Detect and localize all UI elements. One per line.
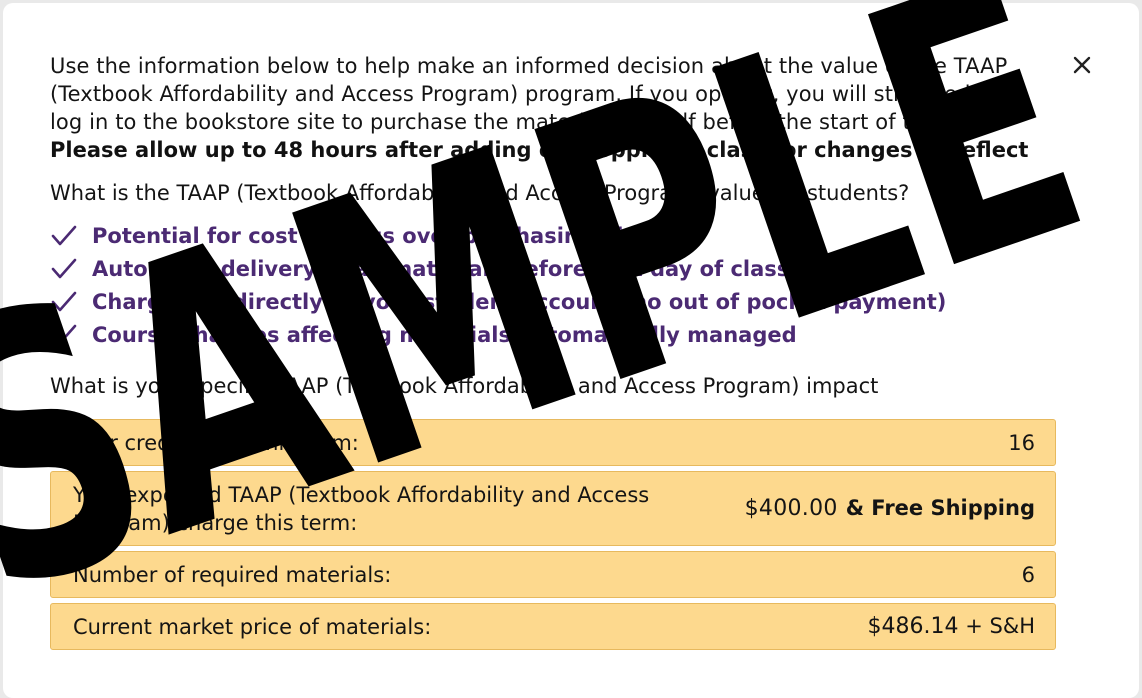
intro-line-2: (Textbook Affordability and Access Progr… (50, 82, 999, 106)
checkmark-icon (51, 291, 77, 311)
credit-hours-label: Your credit hours this term: (73, 430, 359, 455)
benefit-item: Automatic delivery of all materials befo… (50, 252, 1060, 285)
change-notice: Please allow up to 48 hours after adding… (50, 138, 1029, 162)
benefit-item: Potential for cost savings over purchasi… (50, 219, 1060, 252)
market-price-row: Current market price of materials: $486.… (50, 603, 1056, 650)
benefit-label: Potential for cost savings over purchasi… (92, 223, 692, 248)
impact-table: Your credit hours this term: 16 Your exp… (50, 419, 1060, 650)
market-price-value: $486.14 + S&H (868, 614, 1035, 639)
market-price-amount: $486.14 (867, 614, 959, 639)
close-icon[interactable] (1070, 53, 1094, 77)
required-materials-label: Number of required materials: (73, 562, 392, 587)
benefit-label: Automatic delivery of all materials befo… (92, 256, 790, 281)
expected-charge-row: Your expected TAAP (Textbook Affordabili… (50, 471, 1056, 546)
benefit-label: Charges go directly to your student acco… (92, 289, 947, 314)
checkmark-icon (51, 258, 77, 278)
dialog-content: Use the information below to help make a… (50, 52, 1060, 655)
value-question: What is the TAAP (Textbook Affordability… (50, 181, 910, 205)
shipping-handling-label: + S&H (965, 614, 1035, 638)
market-price-label: Current market price of materials: (73, 614, 432, 639)
benefit-item: Charges go directly to your student acco… (50, 285, 1060, 318)
taap-info-dialog: Use the information below to help make a… (3, 3, 1139, 698)
required-materials-value: 6 (1021, 562, 1035, 587)
credit-hours-row: Your credit hours this term: 16 (50, 419, 1056, 466)
intro-line-3: log in to the bookstore site to purchase… (50, 110, 1002, 134)
impact-heading: What is your specific TAAP (Textbook Aff… (50, 374, 879, 398)
required-materials-row: Number of required materials: 6 (50, 551, 1056, 598)
checkmark-icon (51, 324, 77, 344)
benefit-item: Course changes affecting materials autom… (50, 318, 1060, 351)
benefits-list: Potential for cost savings over purchasi… (50, 219, 1060, 351)
expected-charge-label-line-1: Your expected TAAP (Textbook Affordabili… (73, 482, 650, 507)
intro-line-1: Use the information below to help make a… (50, 54, 1008, 78)
expected-charge-label: Your expected TAAP (Textbook Affordabili… (73, 481, 649, 537)
credit-hours-value: 16 (1008, 430, 1035, 455)
benefit-label: Course changes affecting materials autom… (92, 322, 797, 347)
expected-charge-label-line-2: Program) charge this term: (73, 510, 358, 535)
expected-charge-amount: $400.00 (744, 496, 838, 521)
checkmark-icon (51, 225, 77, 245)
free-shipping-label: & Free Shipping (845, 496, 1035, 520)
expected-charge-value: $400.00 & Free Shipping (745, 496, 1035, 521)
